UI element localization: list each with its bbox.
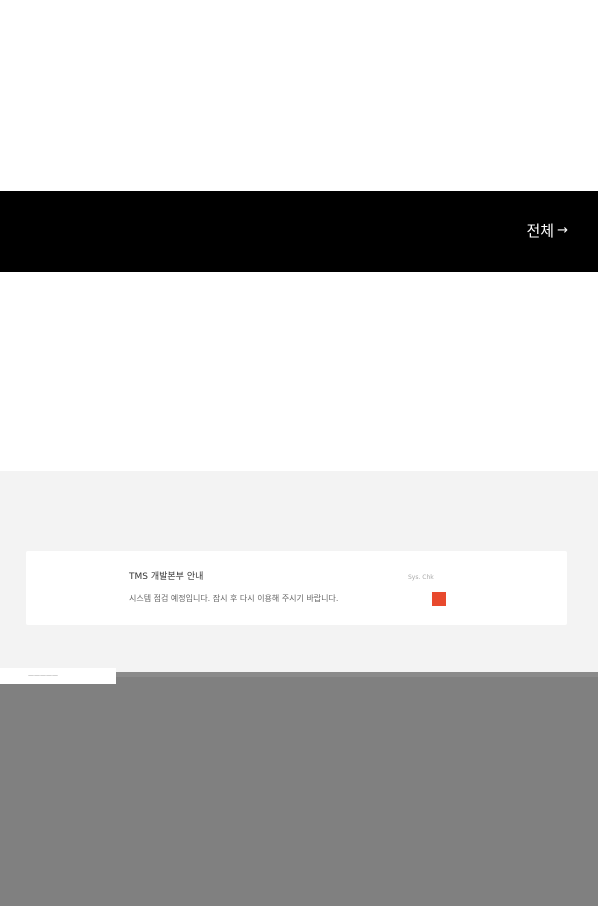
top-blank-area xyxy=(0,0,598,191)
notice-status-text: Sys. Chk xyxy=(408,574,434,581)
notice-section: TMS 개발본부 안내 시스템 점검 예정입니다. 잠시 후 다시 이용해 주시… xyxy=(0,471,598,676)
middle-blank-area xyxy=(0,272,598,471)
view-all-label: 전체 xyxy=(526,222,555,240)
view-all-link[interactable]: 전체 → xyxy=(526,221,568,241)
black-banner: 전체 → xyxy=(0,191,598,272)
arrow-right-icon: → xyxy=(557,223,568,238)
overlay-top-edge xyxy=(112,672,598,677)
modal-overlay[interactable] xyxy=(0,676,598,906)
notice-description: 시스템 점검 예정입니다. 잠시 후 다시 이용해 주시기 바랍니다. xyxy=(129,594,339,603)
notice-title: TMS 개발본부 안내 xyxy=(129,572,204,582)
page: 전체 → TMS 개발본부 안내 시스템 점검 예정입니다. 잠시 후 다시 이… xyxy=(0,0,598,906)
status-indicator-icon xyxy=(432,592,446,606)
overlay-tab[interactable]: ————— xyxy=(0,668,116,684)
overlay-tab-label: ————— xyxy=(28,672,58,679)
notice-card[interactable]: TMS 개발본부 안내 시스템 점검 예정입니다. 잠시 후 다시 이용해 주시… xyxy=(26,551,567,625)
